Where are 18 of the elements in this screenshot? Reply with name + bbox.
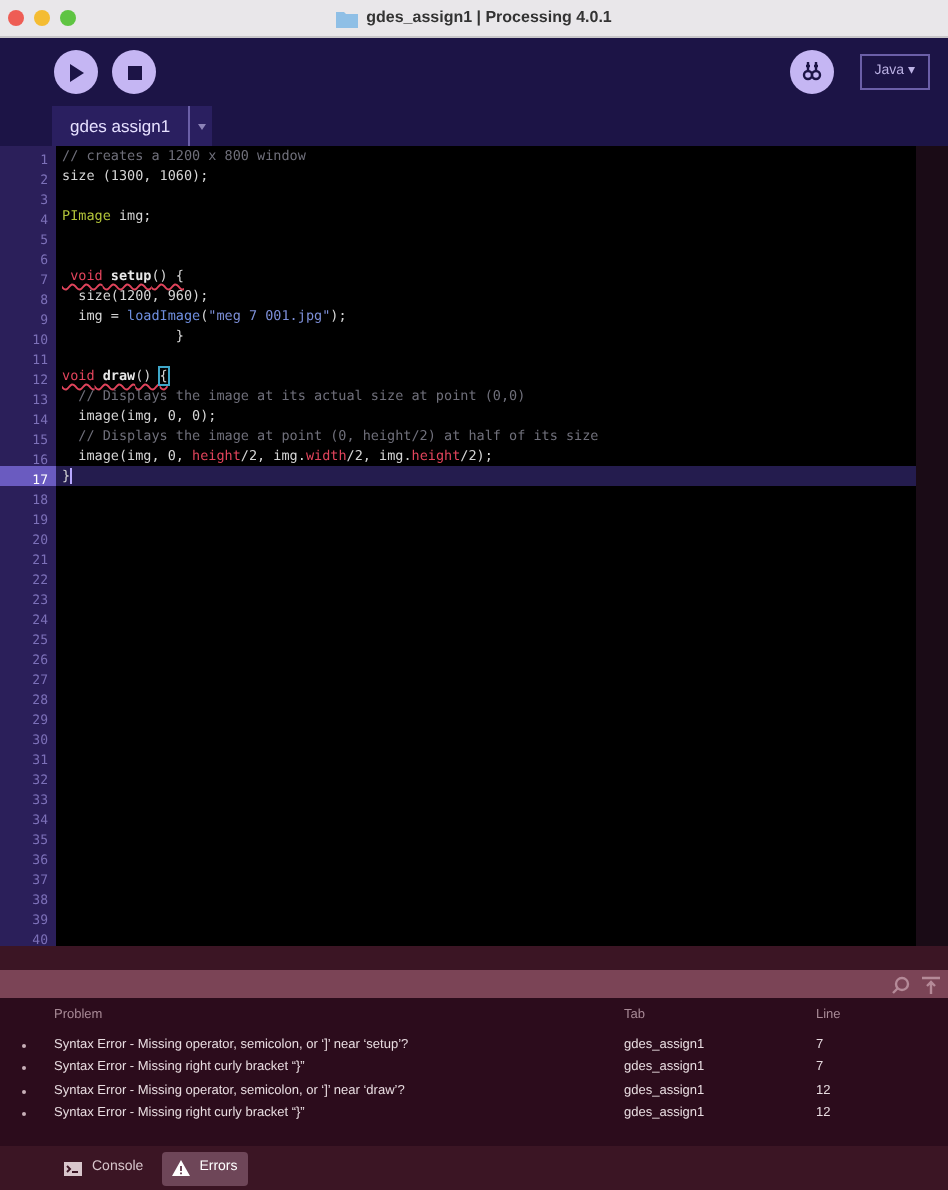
run-button[interactable]	[54, 50, 98, 94]
minimize-window-button[interactable]	[34, 10, 50, 26]
close-window-button[interactable]	[8, 10, 24, 26]
scroll-to-bottom-icon[interactable]	[922, 975, 940, 993]
sketch-tab[interactable]: gdes assign1	[52, 106, 189, 146]
terminal-icon	[64, 1161, 82, 1175]
warning-icon	[171, 1160, 190, 1176]
window-title: gdes_assign1 | Processing 4.0.1	[366, 6, 612, 30]
caret-icon	[197, 123, 206, 129]
debug-button[interactable]	[790, 50, 835, 94]
search-icon[interactable]	[892, 975, 910, 993]
zoom-window-button[interactable]	[60, 10, 76, 26]
debugger-icon	[802, 62, 823, 82]
stop-icon	[127, 65, 141, 79]
play-icon	[68, 63, 84, 81]
tab-menu-button[interactable]	[190, 106, 213, 146]
stop-button[interactable]	[112, 50, 156, 94]
folder-icon	[336, 9, 359, 27]
